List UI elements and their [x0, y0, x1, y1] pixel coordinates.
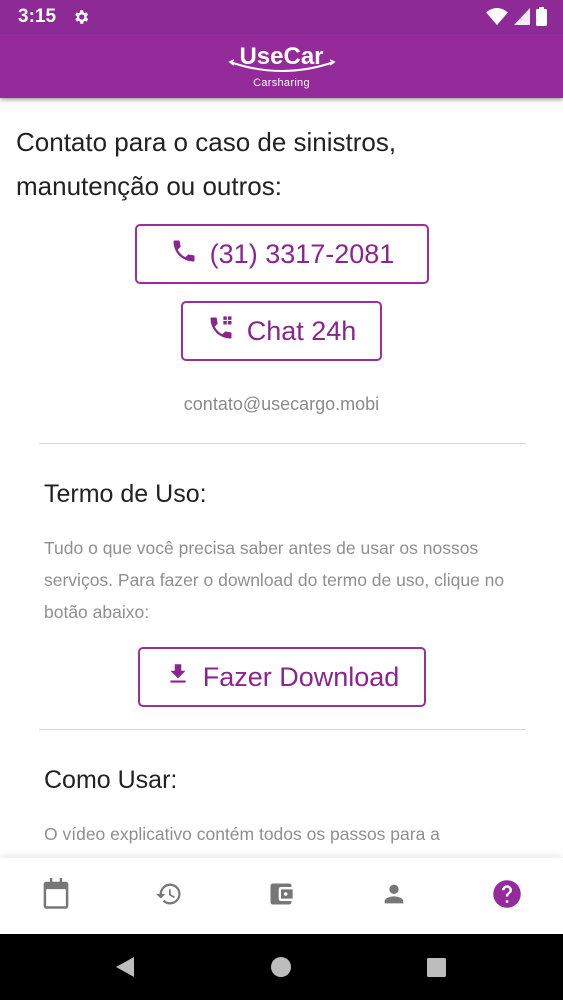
- system-navigation-bar: [0, 934, 563, 1000]
- download-terms-button[interactable]: Fazer Download: [138, 647, 426, 707]
- divider: [39, 443, 526, 444]
- nav-wallet[interactable]: [251, 866, 311, 926]
- call-phone-button[interactable]: (31) 3317-2081: [135, 224, 429, 284]
- divider: [39, 729, 526, 730]
- back-icon[interactable]: [114, 955, 136, 983]
- chat-24h-button[interactable]: Chat 24h: [181, 301, 382, 361]
- phone-icon: [170, 237, 198, 272]
- app-bar: UseCar Carsharing: [0, 34, 563, 98]
- contact-title: Contato para o caso de sinistros, manute…: [16, 127, 397, 201]
- person-icon: [380, 880, 408, 912]
- nav-history[interactable]: [139, 866, 199, 926]
- nav-reservations[interactable]: [26, 866, 86, 926]
- terms-title: Termo de Uso:: [44, 480, 207, 508]
- download-label: Fazer Download: [202, 661, 400, 692]
- status-bar: 3:15: [0, 0, 563, 34]
- recents-icon[interactable]: [427, 958, 446, 981]
- nav-help[interactable]: [477, 866, 537, 926]
- calendar-icon: [41, 878, 71, 914]
- phone-number-label: (31) 3317-2081: [209, 238, 395, 269]
- how-to-description: O vídeo explicativo contém todos os pass…: [44, 824, 440, 844]
- settings-gear-icon: [72, 8, 90, 30]
- usecar-logo: UseCar Carsharing: [0, 34, 563, 98]
- logo-subtitle: Carsharing: [253, 77, 310, 89]
- phone-forwarded-icon: [207, 314, 235, 349]
- help-icon: [492, 879, 522, 913]
- home-icon[interactable]: [271, 957, 291, 981]
- cellular-signal-icon: [514, 8, 530, 29]
- wallet-icon: [267, 880, 295, 912]
- terms-description: Tudo o que você precisa saber antes de u…: [44, 538, 505, 622]
- nav-profile[interactable]: [364, 866, 424, 926]
- chat-label: Chat 24h: [246, 315, 357, 346]
- contact-email: contato@usecargo.mobi: [183, 394, 380, 414]
- download-icon: [165, 661, 191, 694]
- battery-icon: [536, 7, 547, 30]
- wifi-icon: [486, 7, 508, 30]
- help-content[interactable]: Contato para o caso de sinistros, manute…: [0, 98, 563, 858]
- history-icon: [155, 880, 183, 912]
- bottom-navigation: [0, 858, 563, 934]
- logo-swoosh-icon: [228, 59, 336, 72]
- how-to-title: Como Usar:: [44, 766, 178, 794]
- status-time: 3:15: [18, 6, 57, 27]
